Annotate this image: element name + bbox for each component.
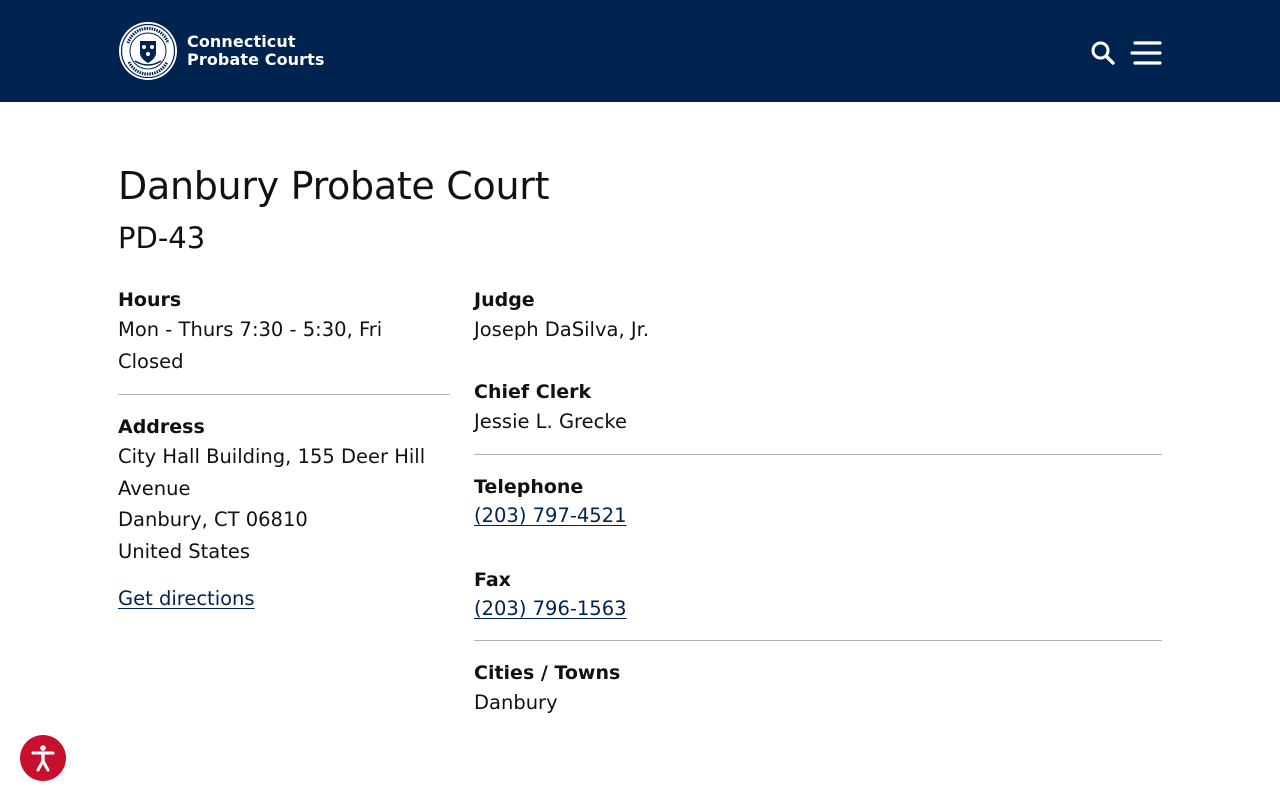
telephone-link[interactable]: (203) 797-4521 bbox=[474, 501, 1162, 531]
search-icon[interactable] bbox=[1090, 40, 1116, 66]
brand-name: Connecticut Probate Courts bbox=[187, 33, 325, 69]
divider bbox=[474, 454, 1162, 455]
fax-section: Fax (203) 796-1563 bbox=[474, 566, 1162, 624]
divider bbox=[118, 394, 450, 395]
address-label: Address bbox=[118, 416, 205, 438]
address-line-2: Avenue bbox=[118, 476, 191, 500]
address-line-4: United States bbox=[118, 539, 251, 563]
telephone-section: Telephone (203) 797-4521 bbox=[474, 473, 1162, 531]
site-header: Connecticut Probate Courts bbox=[0, 0, 1280, 102]
address-section: Address City Hall Building, 155 Deer Hil… bbox=[118, 413, 450, 614]
brand-line-1: Connecticut bbox=[187, 32, 296, 51]
hours-section: Hours Mon - Thurs 7:30 - 5:30, Fri Close… bbox=[118, 286, 450, 377]
brand-home-link[interactable]: Connecticut Probate Courts bbox=[118, 21, 325, 81]
hours-line-2: Closed bbox=[118, 349, 184, 373]
judge-section: Judge Joseph DaSilva, Jr. bbox=[474, 286, 1162, 346]
hamburger-menu-icon[interactable] bbox=[1130, 40, 1162, 66]
chief-clerk-value: Jessie L. Grecke bbox=[474, 409, 627, 433]
fax-label: Fax bbox=[474, 569, 511, 591]
address-line-1: City Hall Building, 155 Deer Hill bbox=[118, 445, 426, 468]
page-title: Danbury Probate Court bbox=[118, 164, 550, 208]
hours-label: Hours bbox=[118, 289, 182, 311]
chief-clerk-label: Chief Clerk bbox=[474, 380, 592, 403]
towns-label: Cities / Towns bbox=[474, 662, 621, 684]
brand-line-2: Probate Courts bbox=[187, 50, 325, 69]
accessibility-button[interactable] bbox=[20, 735, 66, 781]
accessibility-icon bbox=[31, 745, 55, 772]
address-line-3: Danbury, CT 06810 bbox=[118, 508, 308, 531]
court-code: PD-43 bbox=[118, 221, 206, 255]
towns-section: Cities / Towns Danbury bbox=[474, 659, 1162, 719]
chief-clerk-section: Chief Clerk Jessie L. Grecke bbox=[474, 378, 1162, 438]
judge-label: Judge bbox=[474, 289, 535, 311]
divider bbox=[474, 640, 1162, 641]
judge-value: Joseph DaSilva, Jr. bbox=[474, 318, 650, 341]
hours-line-1: Mon - Thurs 7:30 - 5:30, Fri bbox=[118, 318, 383, 341]
right-column: Judge Joseph DaSilva, Jr. Chief Clerk Je… bbox=[474, 286, 1162, 719]
telephone-label: Telephone bbox=[474, 476, 584, 498]
court-seal-icon bbox=[119, 22, 177, 80]
towns-value: Danbury bbox=[474, 691, 558, 714]
left-column: Hours Mon - Thurs 7:30 - 5:30, Fri Close… bbox=[118, 286, 450, 614]
get-directions-link[interactable]: Get directions bbox=[118, 584, 255, 614]
fax-link[interactable]: (203) 796-1563 bbox=[474, 594, 1162, 624]
header-actions bbox=[1090, 38, 1162, 68]
